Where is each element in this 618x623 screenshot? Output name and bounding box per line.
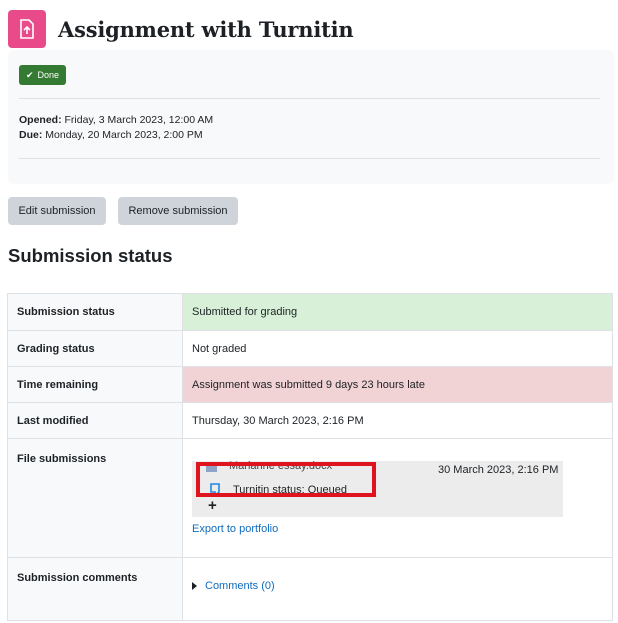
activity-dates: Opened: Friday, 3 March 2023, 12:00 AM D… — [19, 113, 213, 143]
section-heading: Submission status — [8, 245, 173, 266]
page-title: Assignment with Turnitin — [58, 16, 354, 42]
row-label: Submission comments — [7, 557, 183, 621]
checkmark-icon: ✔ — [26, 69, 34, 80]
table-row: Submission status Submitted for grading — [7, 293, 613, 331]
file-date: 30 March 2023, 2:16 PM — [438, 464, 559, 476]
divider — [19, 158, 600, 159]
activity-info-box: ✔ Done Opened: Friday, 3 March 2023, 12:… — [8, 50, 614, 184]
comments-toggle[interactable]: Comments (0) — [192, 580, 603, 592]
edit-submission-button[interactable]: Edit submission — [8, 197, 106, 225]
row-label: Submission status — [7, 293, 183, 331]
file-area: Marianne essay.docx 30 March 2023, 2:16 … — [192, 453, 603, 553]
file-submissions-cell: Marianne essay.docx 30 March 2023, 2:16 … — [182, 438, 613, 558]
table-row: File submissions Marianne essay.docx 30 … — [7, 438, 613, 558]
file-item: Marianne essay.docx 30 March 2023, 2:16 … — [192, 460, 563, 517]
row-label: Last modified — [7, 402, 183, 439]
grading-status-value: Not graded — [182, 330, 613, 367]
last-modified-value: Thursday, 30 March 2023, 2:16 PM — [182, 402, 613, 439]
table-row: Time remaining Assignment was submitted … — [7, 366, 613, 403]
time-remaining-value: Assignment was submitted 9 days 23 hours… — [182, 366, 613, 403]
completion-label: Done — [37, 70, 60, 80]
page-header: Assignment with Turnitin — [8, 10, 354, 48]
turnitin-status: Turnitin status: Queued — [209, 483, 347, 497]
remove-submission-button[interactable]: Remove submission — [118, 197, 238, 225]
row-label: File submissions — [7, 438, 183, 558]
assignment-icon — [8, 10, 46, 48]
plus-icon[interactable]: + — [208, 497, 217, 514]
comments-link[interactable]: Comments (0) — [205, 580, 275, 592]
row-label: Time remaining — [7, 366, 183, 403]
due-date: Monday, 20 March 2023, 2:00 PM — [45, 129, 203, 141]
opened-label: Opened: — [19, 114, 62, 126]
file-link[interactable]: Marianne essay.docx — [229, 460, 332, 472]
document-icon — [206, 463, 217, 472]
turnitin-icon — [210, 483, 220, 497]
export-portfolio-link[interactable]: Export to portfolio — [192, 523, 278, 535]
table-row: Grading status Not graded — [7, 330, 613, 367]
row-label: Grading status — [7, 330, 183, 367]
divider — [19, 98, 600, 99]
submission-status-table: Submission status Submitted for grading … — [7, 293, 613, 621]
caret-right-icon — [192, 582, 197, 590]
turnitin-status-text: Turnitin status: Queued — [233, 484, 347, 496]
due-label: Due: — [19, 129, 43, 141]
opened-date: Friday, 3 March 2023, 12:00 AM — [64, 114, 214, 126]
submission-status-value: Submitted for grading — [182, 293, 613, 331]
completion-badge: ✔ Done — [19, 65, 67, 85]
table-row: Last modified Thursday, 30 March 2023, 2… — [7, 402, 613, 439]
comments-cell: Comments (0) — [182, 557, 613, 621]
table-row: Submission comments Comments (0) — [7, 557, 613, 621]
